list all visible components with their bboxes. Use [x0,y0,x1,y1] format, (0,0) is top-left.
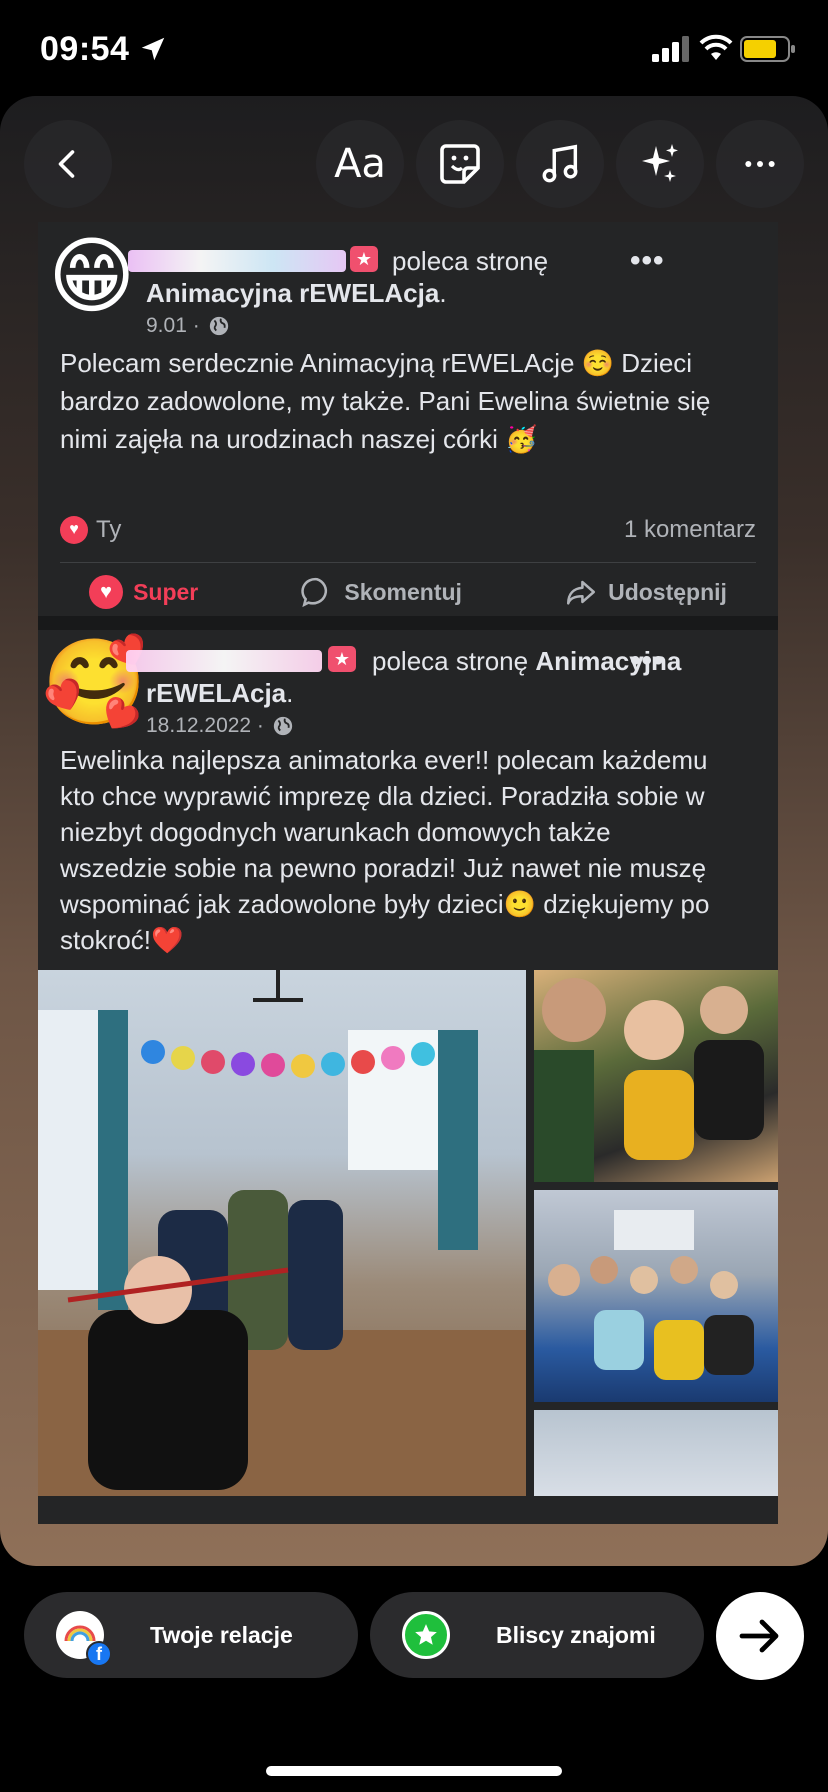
sticker-button[interactable] [416,120,504,208]
review-post-2: 🥰 ★ poleca stronę Animacyjna rEWELAcja. … [38,630,778,1524]
post-options-icon[interactable]: ••• [630,644,665,678]
share-button[interactable]: Udostępnij [564,575,727,609]
post-body: Ewelinka najlepsza animatorka ever!! pol… [60,745,710,955]
party-photo-2[interactable] [534,970,778,1182]
redacted-name [128,250,346,272]
text-tool-button[interactable]: Aa [316,120,404,208]
page-name-link[interactable]: Animacyjna rEWELAcja [146,278,439,308]
sticker-icon [440,144,480,184]
comment-bubble-icon [301,577,328,608]
post-separator [38,616,778,630]
wifi-icon [699,34,733,60]
grinning-emoji-avatar: 😁 [48,227,136,325]
kids-photo-illustration [534,978,764,1182]
your-story-button[interactable]: f Twoje relacje [24,1592,358,1678]
cellular-signal-icon [652,36,689,62]
page-avatar: f [56,1611,112,1667]
effects-button[interactable] [616,120,704,208]
reactors-label[interactable]: Ty [96,516,121,544]
facebook-icon: f [86,1641,112,1667]
music-note-icon [542,144,578,183]
close-friends-button[interactable]: Bliscy znajomi [370,1592,704,1678]
more-options-button[interactable] [716,120,804,208]
divider [60,562,756,563]
status-time: 09:54 [40,30,130,68]
music-button[interactable] [516,120,604,208]
home-indicator[interactable] [266,1766,562,1776]
post-date: 18.12.2022 · [146,714,264,737]
post-action-bar: ♥ Super Skomentuj Udostępnij [38,572,778,612]
share-arrow-icon [567,580,596,605]
text-tool-label: Aa [334,141,386,187]
back-button[interactable] [24,120,112,208]
battery-icon [740,36,795,62]
globe-icon [273,716,293,736]
post-meta: 9.01 · [146,314,230,338]
review-post-1: 😁 ★ poleca stronę Animacyjna rEWELAcja. … [38,222,778,616]
ellipsis-icon [745,161,775,167]
love-button[interactable]: ♥ Super [89,575,198,609]
love-reaction-icon: ♥ [60,516,88,544]
shared-post-screenshot[interactable]: 😁 ★ poleca stronę Animacyjna rEWELAcja. … [38,222,778,1524]
post-meta: 18.12.2022 · [146,714,294,738]
chevron-left-icon [58,150,75,178]
heart-icon: ♥ [89,575,124,609]
page-name-line-2: rEWELAcja. [146,678,294,708]
redacted-name [126,650,322,672]
post-options-icon[interactable]: ••• [630,244,665,278]
party-room-illustration [38,970,526,1496]
location-arrow-icon [141,37,165,61]
party-photo-main[interactable] [38,970,526,1496]
recommends-text: poleca stronę [392,246,549,276]
page-name-line: Animacyjna rEWELAcja. [146,278,447,308]
comment-button[interactable]: Skomentuj [300,575,462,609]
post-body: Polecam serdecznie Animacyjną rEWELAcje … [60,348,711,454]
share-next-button[interactable] [716,1592,804,1680]
arrow-right-icon [739,1619,779,1653]
comments-count[interactable]: 1 komentarz [624,516,756,544]
recommend-badge-icon: ★ [350,246,378,272]
post-date: 9.01 · [146,314,200,337]
close-friends-label: Bliscy znajomi [496,1621,656,1648]
your-story-label: Twoje relacje [150,1621,293,1648]
close-friends-star-icon [402,1611,450,1659]
recommend-badge-icon: ★ [328,646,356,672]
globe-icon [209,316,228,336]
sparkles-icon [642,144,678,182]
status-bar: 09:54 [0,0,828,100]
story-editor-canvas: Aa 😁 ★ poleca stronę Animacyjna rEWELAcj… [0,96,828,1566]
party-photo-3[interactable] [534,1190,778,1402]
party-photo-4[interactable] [534,1410,778,1496]
star-icon [415,1624,437,1645]
reaction-summary: ♥ Ty 1 komentarz [60,512,756,548]
kids-circle-illustration [548,1210,754,1380]
